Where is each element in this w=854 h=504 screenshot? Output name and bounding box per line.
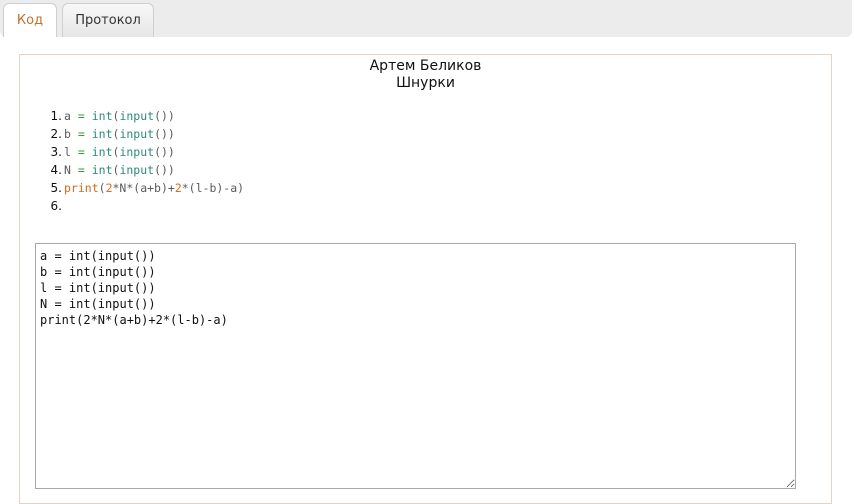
code-token: int	[91, 109, 113, 123]
code-token: input	[119, 163, 155, 177]
code-token: b	[64, 127, 71, 141]
author-name: Артем Беликов	[369, 58, 482, 74]
code-line: 2. b = int(input())	[40, 125, 244, 143]
code-token: =	[70, 163, 92, 177]
code-token: ())	[154, 109, 175, 123]
tab-bar: Код Протокол	[0, 0, 852, 37]
code-token: ())	[154, 163, 175, 177]
code-token: (	[98, 181, 106, 195]
code-line: 4. N = int(input())	[40, 161, 244, 179]
code-token: input	[119, 145, 155, 159]
code-token: =	[70, 109, 92, 123]
code-line: 1. a = int(input())	[40, 107, 244, 125]
code-token: *(l-b)-a)	[181, 181, 245, 195]
problem-title: Шнурки	[396, 75, 455, 91]
code-line: 5. print(2*N*(a+b)+2*(l-b)-a)	[40, 179, 245, 197]
code-token: int	[91, 163, 113, 177]
code-token: print	[64, 181, 99, 195]
submission-header: Артем Беликов Шнурки	[20, 58, 831, 92]
line-code: b = int(input())	[64, 127, 175, 141]
code-token: ())	[154, 127, 175, 141]
code-token: input	[119, 109, 155, 123]
code-editor[interactable]: a = int(input()) b = int(input()) l = in…	[35, 243, 796, 489]
code-token: *N*(a+b)+	[112, 181, 175, 195]
line-number: 1.	[50, 109, 62, 123]
code-token: 2	[105, 181, 113, 195]
code-token: a	[64, 109, 71, 123]
code-token: int	[91, 145, 113, 159]
code-line: 6.	[40, 197, 244, 215]
highlighted-code: 1. a = int(input()) 2. b = int(input()) 3. l …	[40, 107, 245, 215]
submission-panel: Артем Беликов Шнурки 1. a = int(input()) 2…	[19, 54, 832, 504]
line-number: 5.	[50, 181, 62, 195]
tab-code[interactable]: Код	[3, 3, 57, 37]
code-token: =	[70, 145, 92, 159]
line-code: l = int(input())	[64, 145, 175, 159]
code-token: input	[119, 127, 155, 141]
code-token: ())	[154, 145, 175, 159]
code-token: =	[70, 127, 92, 141]
line-number: 3.	[50, 145, 62, 159]
line-number: 4.	[50, 163, 62, 177]
tab-protocol[interactable]: Протокол	[62, 3, 154, 37]
line-code: print(2*N*(a+b)+2*(l-b)-a)	[64, 181, 244, 195]
line-number: 2.	[50, 127, 62, 141]
code-token: N	[64, 163, 71, 177]
code-token: 2	[174, 181, 182, 195]
code-line: 3. l = int(input())	[40, 143, 244, 161]
line-code: a = int(input())	[64, 109, 175, 123]
line-number: 6.	[50, 199, 62, 213]
line-code: N = int(input())	[64, 163, 175, 177]
code-token: int	[91, 127, 113, 141]
code-token: l	[64, 145, 71, 159]
